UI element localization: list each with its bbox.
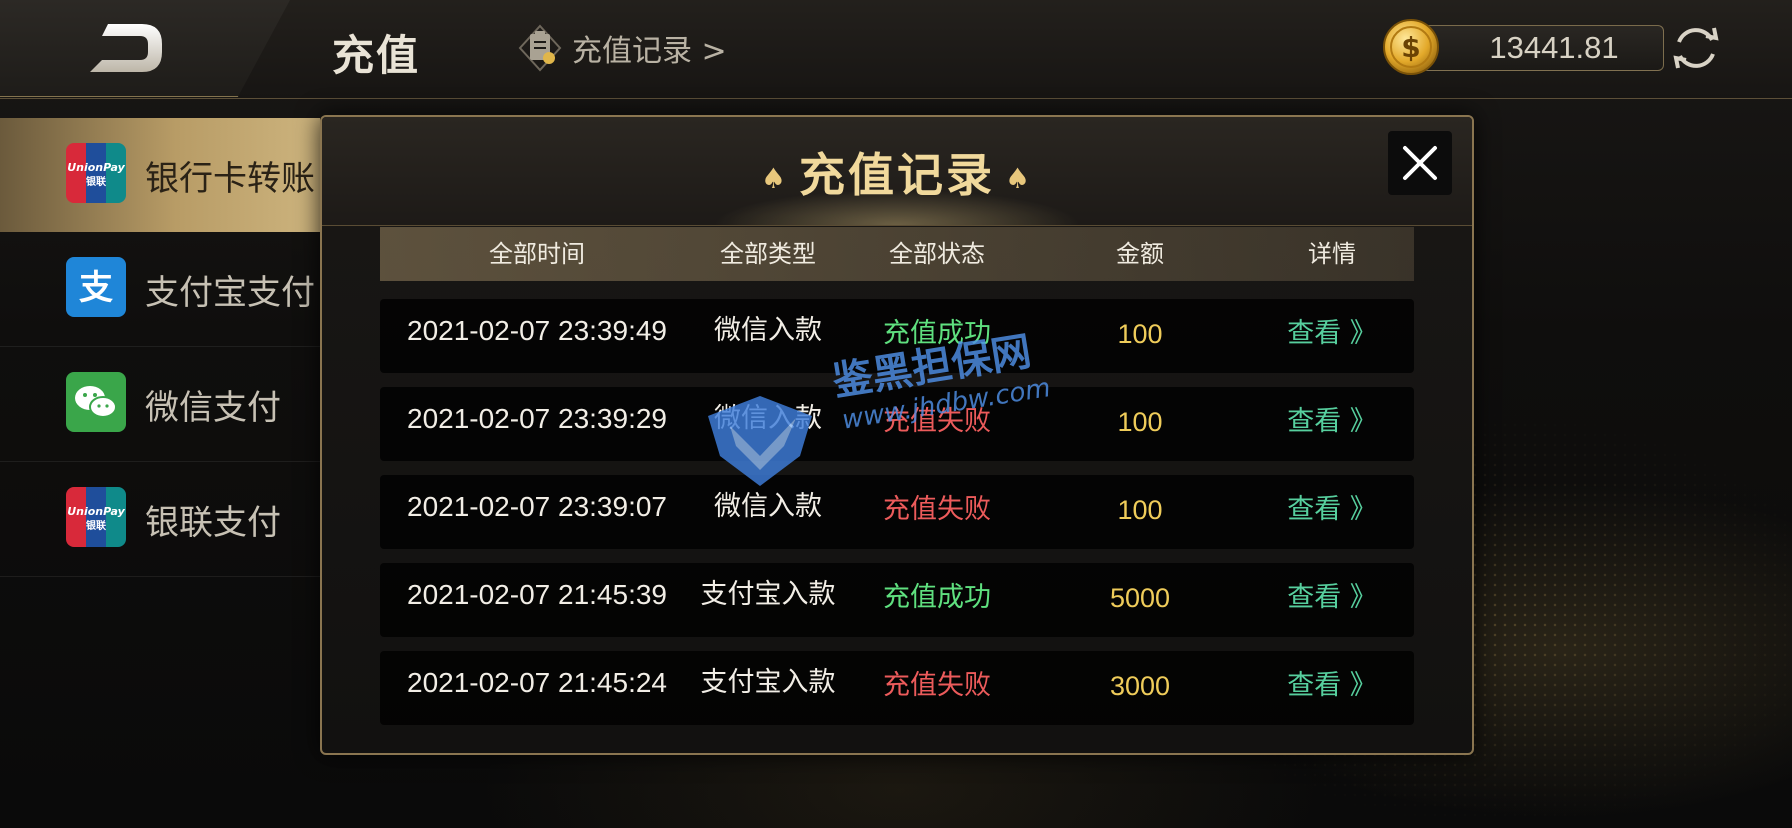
column-amount: 金额 xyxy=(1116,240,1164,268)
record-time: 2021-02-07 21:45:24 xyxy=(407,667,667,698)
spade-icon: ♠ xyxy=(760,162,789,195)
sidebar-item-bank-transfer[interactable]: UnionPay 银联 银行卡转账 xyxy=(0,118,320,232)
balance-value: 13441.81 xyxy=(1489,30,1619,65)
top-bar: 充值 充值记录 > $ 13441.81 xyxy=(0,0,1792,99)
view-detail-link[interactable]: 查看 》 xyxy=(1250,566,1414,630)
record-type: 微信入款 xyxy=(714,315,822,346)
view-detail-link[interactable]: 查看 》 xyxy=(1250,302,1414,366)
balance-display: $ 13441.81 xyxy=(1382,18,1664,75)
record-amount: 5000 xyxy=(1109,583,1171,613)
record-amount: 100 xyxy=(1117,319,1163,349)
sidebar-item-label: 支付宝支付 xyxy=(145,272,315,313)
svg-text:银联: 银联 xyxy=(86,175,106,188)
table-row: 2021-02-07 23:39:07 微信入款 充值失败 100 查看 》 xyxy=(380,475,1414,549)
record-icon xyxy=(518,24,562,72)
record-time: 2021-02-07 23:39:49 xyxy=(407,315,667,346)
record-type: 支付宝入款 xyxy=(700,667,836,698)
filter-type[interactable]: 全部类型 xyxy=(694,227,842,281)
record-status: 充值失败 xyxy=(883,406,991,437)
record-amount: 3000 xyxy=(1109,671,1171,701)
table-row: 2021-02-07 21:45:39 支付宝入款 充值成功 5000 查看 》 xyxy=(380,563,1414,637)
payment-method-sidebar: UnionPay 银联 银行卡转账 支 支付宝支付 微信支付 UnionPay … xyxy=(0,118,320,577)
table-row: 2021-02-07 21:45:24 支付宝入款 充值失败 3000 查看 》 xyxy=(380,651,1414,725)
sidebar-item-label: 银联支付 xyxy=(145,502,281,543)
filter-status[interactable]: 全部状态 xyxy=(842,227,1032,281)
page-title: 充值 xyxy=(332,31,421,80)
record-status: 充值成功 xyxy=(883,582,991,613)
record-amount: 100 xyxy=(1117,407,1163,437)
record-status: 充值失败 xyxy=(883,494,991,525)
recharge-record-link[interactable]: 充值记录 > xyxy=(518,24,727,72)
svg-text:UnionPay: UnionPay xyxy=(67,505,125,518)
wechat-icon xyxy=(66,372,126,432)
sidebar-item-alipay[interactable]: 支 支付宝支付 xyxy=(0,232,320,347)
sidebar-item-label: 微信支付 xyxy=(145,387,281,428)
recharge-record-label: 充值记录 > xyxy=(572,34,727,69)
sidebar-item-wechat[interactable]: 微信支付 xyxy=(0,347,320,462)
dialog-title: ♠ 充值记录 ♠ xyxy=(322,139,1472,205)
sidebar-item-unionpay[interactable]: UnionPay 银联 银联支付 xyxy=(0,462,320,577)
svg-text:$: $ xyxy=(1401,31,1420,64)
svg-text:支: 支 xyxy=(79,268,113,308)
alipay-icon: 支 xyxy=(66,257,126,317)
column-detail: 详情 xyxy=(1308,240,1356,268)
record-status: 充值失败 xyxy=(883,670,991,701)
table-header: 全部时间 全部类型 全部状态 金额 详情 xyxy=(380,227,1414,281)
recharge-record-dialog: ♠ 充值记录 ♠ 全部时间 全部类型 全部状态 金额 详情 2021-02-07 2… xyxy=(320,115,1474,755)
filter-time[interactable]: 全部时间 xyxy=(380,227,694,281)
record-list: 2021-02-07 23:39:49 微信入款 充值成功 100 查看 》 2… xyxy=(380,299,1414,739)
unionpay-icon: UnionPay 银联 xyxy=(66,143,126,203)
dialog-header: ♠ 充值记录 ♠ xyxy=(322,117,1472,226)
recharge-screen: 充值 充值记录 > $ 13441.81 UnionPay 银联 银行卡转账 支… xyxy=(0,0,1792,828)
unionpay-icon: UnionPay 银联 xyxy=(66,487,126,547)
refresh-icon[interactable] xyxy=(1670,22,1722,74)
record-type: 支付宝入款 xyxy=(700,579,836,610)
table-row: 2021-02-07 23:39:29 微信入款 充值失败 100 查看 》 xyxy=(380,387,1414,461)
svg-text:银联: 银联 xyxy=(86,519,106,532)
view-detail-link[interactable]: 查看 》 xyxy=(1250,654,1414,718)
table-row: 2021-02-07 23:39:49 微信入款 充值成功 100 查看 》 xyxy=(380,299,1414,373)
svg-text:UnionPay: UnionPay xyxy=(67,161,125,174)
sidebar-item-label: 银行卡转账 xyxy=(145,158,315,199)
record-type: 微信入款 xyxy=(714,403,822,434)
record-status: 充值成功 xyxy=(883,318,991,349)
record-time: 2021-02-07 23:39:29 xyxy=(407,403,667,434)
coin-icon: $ xyxy=(1383,19,1439,75)
view-detail-link[interactable]: 查看 》 xyxy=(1250,390,1414,454)
record-time: 2021-02-07 23:39:07 xyxy=(407,491,667,522)
record-type: 微信入款 xyxy=(714,491,822,522)
record-time: 2021-02-07 21:45:39 xyxy=(407,579,667,610)
spade-icon: ♠ xyxy=(1005,162,1034,195)
close-icon[interactable] xyxy=(1388,131,1452,195)
back-icon[interactable] xyxy=(86,20,166,76)
record-amount: 100 xyxy=(1117,495,1163,525)
dialog-title-text: 充值记录 xyxy=(799,148,995,202)
view-detail-link[interactable]: 查看 》 xyxy=(1250,478,1414,542)
